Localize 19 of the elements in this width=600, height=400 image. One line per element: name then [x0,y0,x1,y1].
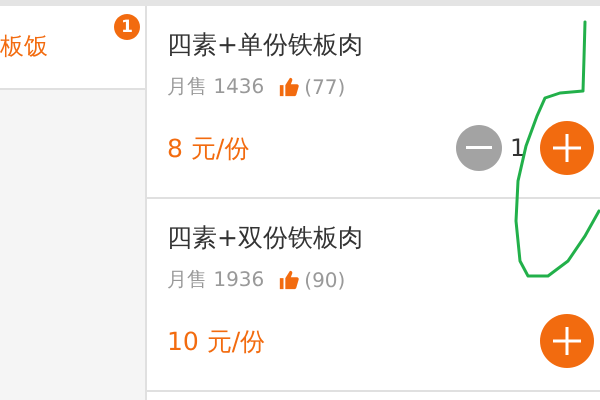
plus-icon [553,134,581,162]
category-item[interactable]: 板饭 1 [0,6,145,90]
price: 10 元/份 [167,326,266,358]
plus-icon [553,327,581,355]
quantity: 1 [510,134,526,162]
dish-name: 四素+单份铁板肉 [167,29,364,61]
monthly-sales: 月售 1436 [167,73,264,100]
count-badge: 1 [114,14,140,40]
decrease-button[interactable] [456,125,502,171]
price: 8 元/份 [167,132,250,164]
increase-button[interactable] [540,314,594,368]
dish-name: 四素+双份铁板肉 [167,222,364,254]
increase-button[interactable] [540,121,594,175]
monthly-sales: 月售 1936 [167,266,264,293]
like-count: (77) [304,74,346,98]
thumbs-up-icon [278,268,300,290]
like-count: (90) [304,268,346,292]
minus-icon [466,146,492,150]
thumbs-up-icon [278,76,300,98]
